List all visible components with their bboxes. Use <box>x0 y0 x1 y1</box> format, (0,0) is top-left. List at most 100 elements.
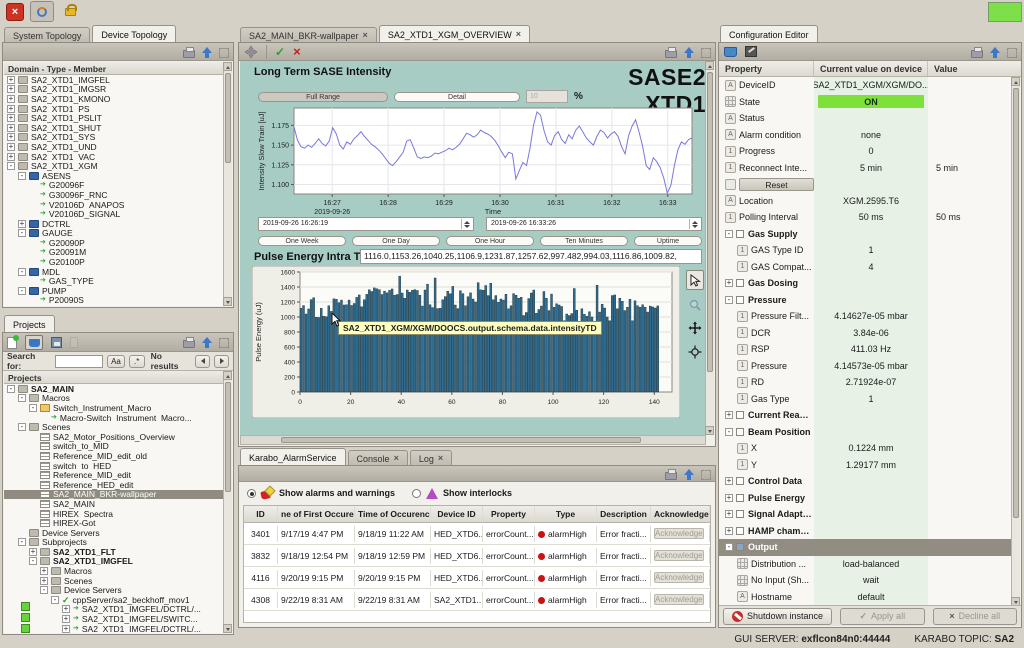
alarm-column-header[interactable]: Type <box>535 506 597 522</box>
interlocks-radio[interactable] <box>412 489 421 498</box>
acknowledge-button[interactable]: Acknowledge <box>654 528 704 539</box>
alarms-radio[interactable] <box>247 489 256 498</box>
save-project-icon[interactable] <box>51 337 62 348</box>
node-checkbox[interactable] <box>736 411 744 419</box>
alarm-row[interactable]: 34019/17/19 4:47 PM9/18/19 11:22 AMHED_X… <box>244 523 710 545</box>
tree-expander[interactable]: + <box>7 153 15 161</box>
detach-icon[interactable] <box>701 48 711 58</box>
pointer-tool-button[interactable] <box>686 270 704 290</box>
tree-expander[interactable]: - <box>18 538 26 546</box>
pan-mode-icon[interactable] <box>244 45 258 59</box>
detach-icon[interactable] <box>219 338 229 348</box>
tree-item[interactable]: +GAS_TYPE <box>4 276 223 286</box>
tree-item[interactable]: +SA2_XTD1_IMGSR <box>4 85 223 95</box>
alarm-column-header[interactable]: Property <box>483 506 535 522</box>
apply-all-button[interactable]: ✓Apply all <box>840 608 924 625</box>
tree-item[interactable]: +SA2_Motor_Positions_Overview <box>4 432 223 442</box>
datetime-end-field[interactable]: 2019-09-26 16:33:26 <box>486 217 702 231</box>
scroll-up-button[interactable] <box>705 61 714 70</box>
shutdown-instance-button[interactable]: Shutdown instance <box>723 608 832 625</box>
search-next-button[interactable] <box>214 355 229 368</box>
node-checkbox[interactable] <box>736 527 744 535</box>
tree-item[interactable]: +Scenes <box>4 576 223 586</box>
match-case-button[interactable]: Aa <box>107 355 125 368</box>
config-row-distribution-[interactable]: Distribution ...load-balanced <box>719 556 1012 573</box>
tree-expander[interactable]: + <box>18 220 26 228</box>
tree-expander[interactable]: - <box>29 404 37 412</box>
tree-item[interactable]: +V20106D_ANAPOS <box>4 200 223 210</box>
tree-item[interactable]: +G20096F <box>4 181 223 191</box>
config-row-location[interactable]: ALocationXGM.2595.T6 <box>719 193 1012 210</box>
range-button-ten-minutes[interactable]: Ten Minutes <box>540 236 628 246</box>
tree-expander[interactable]: - <box>18 287 26 295</box>
crosshair-tool-button[interactable] <box>686 342 704 362</box>
tree-expander[interactable]: + <box>7 143 15 151</box>
spin-buttons[interactable] <box>461 219 472 229</box>
tree-item[interactable]: +Macros <box>4 566 223 576</box>
alarm-column-header[interactable]: ID <box>244 506 278 522</box>
node-checkbox[interactable] <box>736 230 744 238</box>
tree-item[interactable]: +switch_to_HED <box>4 461 223 471</box>
tree-expander[interactable]: - <box>7 162 15 170</box>
tree-item[interactable]: +SA2_XTD1_SHUT <box>4 123 223 133</box>
alarm-column-header[interactable]: Acknowledge <box>651 506 710 522</box>
configuration-history-icon[interactable] <box>745 46 757 57</box>
tab-close-icon[interactable]: × <box>438 454 443 463</box>
config-row-output[interactable]: -Output <box>719 539 1012 556</box>
config-expander[interactable]: + <box>725 510 733 518</box>
open-configuration-icon[interactable] <box>724 47 737 57</box>
tab-topology[interactable]: Device Topology <box>92 25 176 43</box>
tree-expander[interactable]: + <box>40 577 48 585</box>
range-button-one-week[interactable]: One Week <box>258 236 346 246</box>
tree-expander[interactable]: + <box>62 615 70 623</box>
config-row-current-readings[interactable]: +Current Readings <box>719 407 1012 424</box>
connect-server-button[interactable] <box>30 1 54 22</box>
tree-item[interactable]: +SA2_XTD1_IMGFEL <box>4 75 223 85</box>
tree-expander[interactable]: - <box>29 557 37 565</box>
tree-item[interactable]: +P20090S <box>4 296 223 306</box>
alarm-row[interactable]: 43089/22/19 8:31 AM9/22/19 8:31 AMSA2_XT… <box>244 589 710 611</box>
tab-close-icon[interactable]: × <box>394 454 399 463</box>
alarm-column-header[interactable]: ne of First Occuren <box>278 506 355 522</box>
config-row-pressure[interactable]: -Pressure <box>719 292 1012 309</box>
decline-all-button[interactable]: ×Decline all <box>933 608 1017 625</box>
config-expander[interactable]: - <box>725 543 733 551</box>
config-expander[interactable]: + <box>725 494 733 502</box>
config-expander[interactable]: + <box>725 279 733 287</box>
tree-item[interactable]: +Device Servers <box>4 528 223 538</box>
tree-item[interactable]: -PUMP <box>4 286 223 296</box>
scroll-up-button[interactable] <box>223 62 232 71</box>
tab-alarm[interactable]: Log× <box>410 450 452 466</box>
config-row-gas-supply[interactable]: -Gas Supply <box>719 226 1012 243</box>
tree-item[interactable]: +V20106D_SIGNAL <box>4 209 223 219</box>
scroll-up-button[interactable] <box>223 371 232 380</box>
config-expander[interactable]: + <box>725 527 733 535</box>
maximize-icon[interactable] <box>202 46 212 58</box>
zoom-tool-button[interactable] <box>686 295 704 315</box>
full-range-button[interactable]: Full Range <box>258 92 388 102</box>
alarm-row[interactable]: 41169/20/19 9:15 PM9/20/19 9:15 PMHED_XT… <box>244 567 710 589</box>
config-row-reset[interactable]: Reset <box>719 176 1012 193</box>
tree-item[interactable]: -SA2_XTD1_IMGFEL <box>4 557 223 567</box>
tree-item[interactable]: -ASENS <box>4 171 223 181</box>
tree-expander[interactable]: - <box>18 172 26 180</box>
pulse-energy-field[interactable]: 1116.0,1153.26,1040.25,1106.9,1231.87,12… <box>360 249 702 264</box>
scroll-up-button[interactable] <box>1011 77 1020 86</box>
tree-item[interactable]: +SA2_MAIN <box>4 499 223 509</box>
config-expander[interactable]: + <box>725 411 733 419</box>
tree-item[interactable]: -GAUGE <box>4 229 223 239</box>
regex-button[interactable]: .* <box>129 355 145 368</box>
config-row-state[interactable]: StateON <box>719 94 1012 111</box>
tree-item[interactable]: +G20090P <box>4 238 223 248</box>
print-icon[interactable] <box>183 340 195 348</box>
config-expander[interactable]: - <box>725 296 733 304</box>
column-property[interactable]: Property <box>719 61 814 76</box>
tree-expander[interactable]: + <box>7 95 15 103</box>
maximize-icon[interactable] <box>202 336 212 348</box>
scroll-thumb[interactable] <box>281 437 641 443</box>
range-button-one-day[interactable]: One Day <box>352 236 440 246</box>
config-row-gas-dosing[interactable]: +Gas Dosing <box>719 275 1012 292</box>
tree-item[interactable]: +SA2_XTD1_FLT <box>4 547 223 557</box>
detach-icon[interactable] <box>701 470 711 480</box>
maximize-icon[interactable] <box>990 46 1000 58</box>
